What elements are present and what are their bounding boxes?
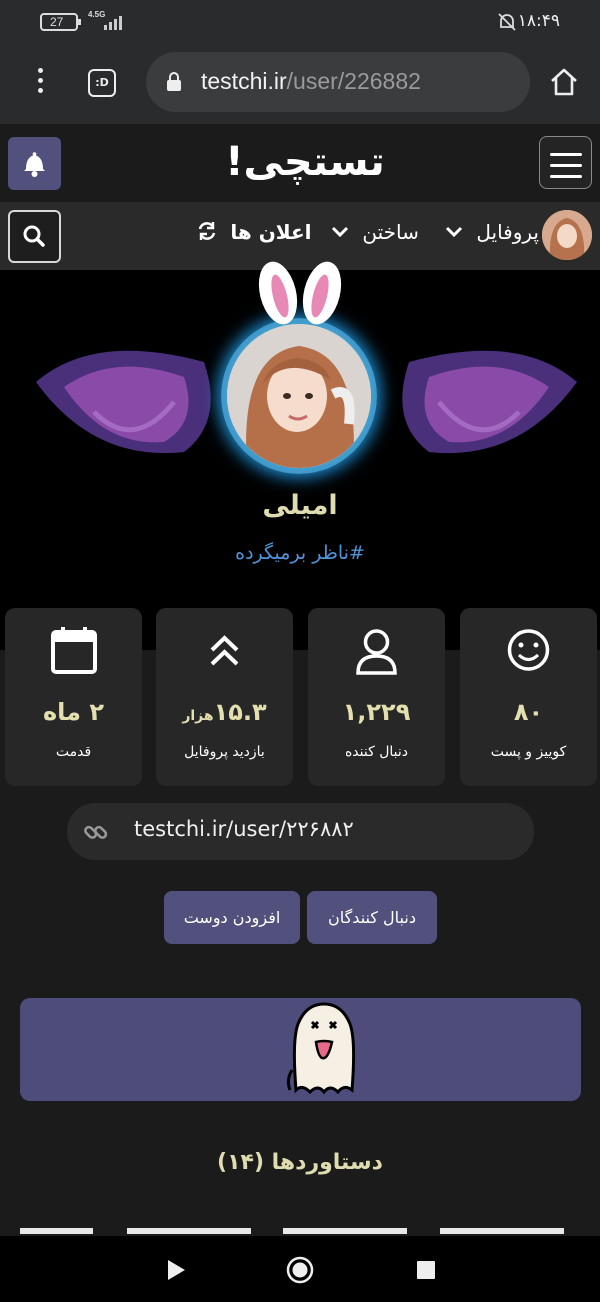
- stat-views-number: ۱۵.۳: [213, 698, 267, 726]
- achievement-item[interactable]: [20, 1228, 93, 1234]
- refresh-icon: [198, 222, 216, 240]
- home-icon[interactable]: [548, 66, 580, 98]
- stat-card-age: ۲ ماه قدمت: [5, 608, 142, 786]
- stat-views-suffix: هزار: [182, 708, 214, 724]
- link-icon: [84, 825, 108, 839]
- stat-age-label: قدمت: [55, 744, 92, 760]
- achievement-item[interactable]: [127, 1228, 251, 1234]
- stat-followers-value: ۱,۲۲۹: [342, 698, 411, 726]
- stat-age-value: ۲ ماه: [42, 698, 105, 726]
- achievement-item[interactable]: [283, 1228, 407, 1234]
- followers-button[interactable]: دنبال کنندگان: [307, 891, 437, 944]
- menu-button[interactable]: [539, 136, 592, 189]
- site-logo[interactable]: تستچی!: [220, 132, 390, 192]
- chevron-down-icon: [331, 226, 349, 238]
- stat-followers-label: دنبال کننده: [344, 744, 409, 760]
- double-chevron-up-icon: [210, 635, 239, 666]
- profile-name: امیلی: [262, 490, 338, 521]
- stat-quizzes-label: کوییز و پست: [490, 744, 567, 760]
- user-icon: [356, 629, 397, 675]
- address-bar[interactable]: testchi.ir/user/226882: [146, 52, 530, 112]
- profile-avatar[interactable]: [221, 318, 377, 474]
- stat-card-followers[interactable]: ۱,۲۲۹ دنبال کننده: [308, 608, 445, 786]
- add-friend-button[interactable]: افزودن دوست: [164, 891, 300, 944]
- bell-icon: [24, 152, 45, 177]
- avatar-photo: [227, 324, 371, 468]
- site-header: تستچی!: [0, 124, 600, 202]
- stat-views-value: ۱۵.۳هزار: [156, 698, 293, 726]
- left-eye-decoration: [36, 350, 211, 454]
- url-host: testchi.ir: [201, 68, 287, 94]
- nav-avatar[interactable]: [542, 210, 592, 260]
- browser-toolbar: :D testchi.ir/user/226882: [0, 44, 600, 124]
- nav-build[interactable]: ساختن: [330, 220, 419, 244]
- clock: ۱۸:۴۹: [517, 11, 560, 31]
- stat-views-label: بازدید پروفایل: [184, 744, 265, 760]
- nav-build-label: ساختن: [362, 220, 419, 244]
- stat-card-views: ۱۵.۳هزار بازدید پروفایل: [156, 608, 293, 786]
- network-type: 4.5G: [88, 10, 106, 19]
- url-path: /user/226882: [286, 68, 421, 94]
- ghost-icon: [286, 1002, 356, 1095]
- achievement-item[interactable]: [440, 1228, 564, 1234]
- achievements-title: دستاوردها (۱۴): [217, 1150, 383, 1175]
- notifications-button[interactable]: [8, 137, 61, 190]
- right-eye-decoration: [402, 350, 577, 454]
- empty-state-card: [20, 998, 581, 1101]
- profile-link-text: testchi.ir/user/۲۲۶۸۸۲: [134, 817, 354, 841]
- tab-switcher-button[interactable]: :D: [88, 69, 116, 97]
- back-icon[interactable]: [164, 1258, 188, 1282]
- stat-quizzes-value: ۸۰: [513, 698, 544, 726]
- browser-menu-icon[interactable]: [28, 68, 52, 98]
- status-bar: 27 4.5G ۱۸:۴۹: [0, 0, 600, 44]
- profile-link[interactable]: testchi.ir/user/۲۲۶۸۸۲: [67, 803, 534, 860]
- lock-icon: [167, 72, 181, 91]
- home-button-icon[interactable]: [286, 1256, 314, 1284]
- avatar-image: [542, 210, 592, 260]
- profile-hashtag[interactable]: #ناظر برمیگرده: [0, 542, 600, 564]
- smile-icon: [507, 629, 550, 671]
- nav-notifications-label: اعلان ها: [230, 220, 312, 244]
- url-text: testchi.ir/user/226882: [201, 68, 421, 95]
- signal-icon: [104, 14, 124, 30]
- recents-icon[interactable]: [416, 1260, 436, 1280]
- search-icon: [23, 225, 45, 247]
- search-button[interactable]: [8, 210, 61, 263]
- battery-level: 27: [50, 15, 64, 29]
- system-nav-bar: [0, 1236, 600, 1302]
- nav-profile-label: پروفایل: [476, 220, 539, 244]
- calendar-icon: [51, 627, 97, 674]
- stat-card-quizzes[interactable]: ۸۰ کوییز و پست: [460, 608, 597, 786]
- battery-icon: 27: [40, 13, 81, 31]
- nav-notifications[interactable]: اعلان ها: [196, 220, 311, 244]
- bunny-ears-decoration: [258, 261, 342, 325]
- nav-profile[interactable]: پروفایل: [444, 220, 539, 244]
- mute-icon: [498, 13, 516, 31]
- chevron-down-icon: [445, 226, 463, 238]
